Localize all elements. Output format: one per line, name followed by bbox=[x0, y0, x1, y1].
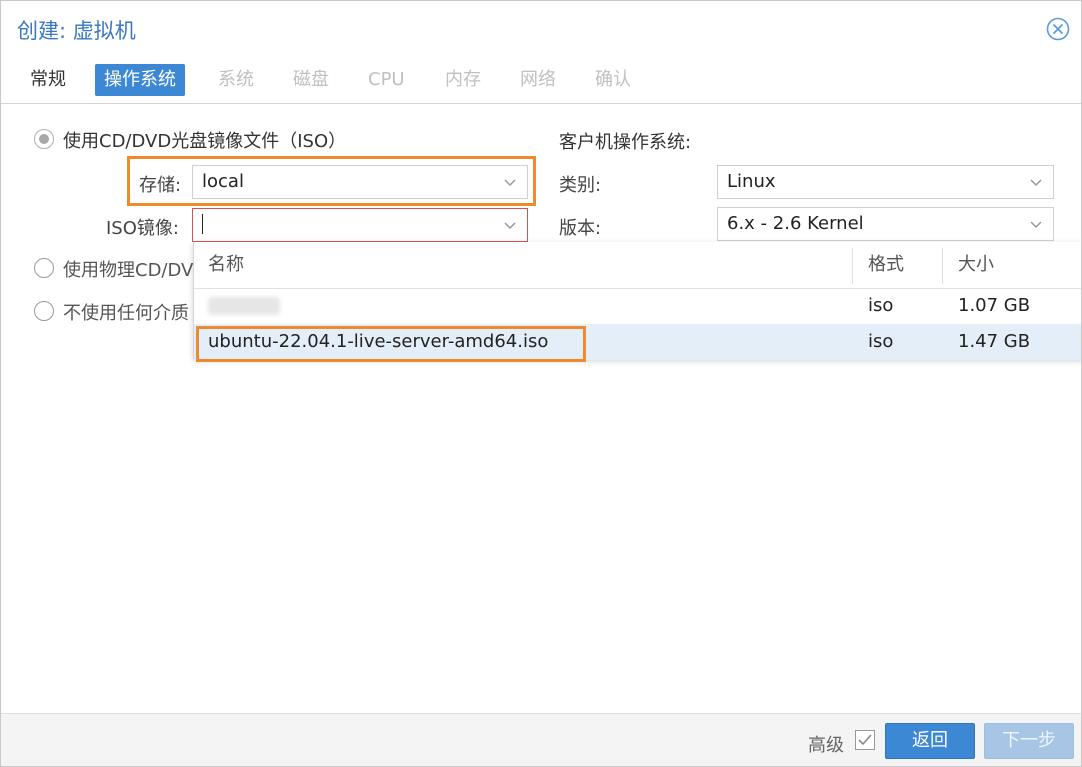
tab-general[interactable]: 常规 bbox=[21, 64, 75, 96]
chevron-down-icon bbox=[1030, 179, 1042, 187]
tab-divider bbox=[1, 103, 1081, 104]
iso-list-header: 名称 格式 大小 bbox=[194, 242, 1081, 289]
iso-list-item[interactable]: iso 1.07 GB bbox=[194, 288, 1081, 324]
radio-physical-drive-label: 使用物理CD/DV bbox=[63, 260, 194, 281]
guest-os-title: 客户机操作系统: bbox=[559, 132, 692, 153]
storage-label: 存储: bbox=[139, 175, 182, 196]
create-vm-dialog: 创建: 虚拟机 常规 操作系统 系统 磁盘 CPU 内存 网络 确认 使用CD/… bbox=[0, 0, 1082, 767]
iso-label: ISO镜像: bbox=[106, 218, 179, 239]
iso-select[interactable] bbox=[192, 208, 528, 242]
iso-format: iso bbox=[868, 331, 894, 352]
radio-no-media-label: 不使用任何介质 bbox=[63, 303, 189, 324]
chevron-down-icon bbox=[504, 222, 516, 230]
next-button[interactable]: 下一步 bbox=[984, 723, 1074, 759]
dialog-title: 创建: 虚拟机 bbox=[17, 19, 136, 43]
iso-list-item-selected[interactable]: ubuntu-22.04.1-live-server-amd64.iso iso… bbox=[194, 324, 1081, 360]
storage-value: local bbox=[202, 171, 244, 192]
radio-physical-drive[interactable] bbox=[34, 258, 54, 278]
chevron-down-icon bbox=[1030, 221, 1042, 229]
back-button[interactable]: 返回 bbox=[885, 723, 975, 759]
iso-name: ubuntu-22.04.1-live-server-amd64.iso bbox=[208, 331, 549, 352]
os-version-value: 6.x - 2.6 Kernel bbox=[727, 213, 864, 234]
column-separator bbox=[852, 248, 853, 284]
tab-cpu: CPU bbox=[368, 69, 405, 90]
os-type-select[interactable]: Linux bbox=[717, 165, 1054, 199]
iso-format: iso bbox=[868, 295, 894, 316]
text-caret bbox=[202, 213, 203, 234]
iso-size: 1.07 GB bbox=[958, 295, 1031, 316]
advanced-label: 高级 bbox=[808, 735, 844, 756]
column-separator bbox=[942, 248, 943, 284]
advanced-checkbox[interactable] bbox=[855, 730, 875, 750]
iso-name bbox=[208, 288, 280, 324]
radio-no-media[interactable] bbox=[34, 301, 54, 321]
iso-dropdown-list: 名称 格式 大小 iso 1.07 GB ubuntu-22.04.1-live… bbox=[193, 242, 1081, 360]
dialog-footer: 高级 返回 下一步 bbox=[1, 713, 1081, 766]
storage-select[interactable]: local bbox=[192, 165, 528, 199]
tab-os[interactable]: 操作系统 bbox=[95, 64, 185, 96]
blurred-filename bbox=[208, 297, 280, 315]
tab-memory: 内存 bbox=[445, 69, 481, 90]
os-version-select[interactable]: 6.x - 2.6 Kernel bbox=[717, 207, 1054, 241]
tab-network: 网络 bbox=[520, 69, 556, 90]
column-header-size[interactable]: 大小 bbox=[944, 242, 1081, 288]
os-version-label: 版本: bbox=[559, 218, 602, 239]
tab-confirm: 确认 bbox=[595, 69, 631, 90]
column-header-name[interactable]: 名称 bbox=[194, 242, 852, 288]
column-header-format[interactable]: 格式 bbox=[854, 242, 942, 288]
radio-use-iso[interactable] bbox=[34, 129, 54, 149]
chevron-down-icon bbox=[504, 179, 516, 187]
tab-disk: 磁盘 bbox=[293, 69, 329, 90]
checkmark-icon bbox=[858, 734, 872, 746]
tab-system: 系统 bbox=[218, 69, 254, 90]
os-type-label: 类别: bbox=[559, 175, 602, 196]
iso-size: 1.47 GB bbox=[958, 331, 1031, 352]
close-icon[interactable] bbox=[1046, 17, 1070, 41]
os-type-value: Linux bbox=[727, 171, 776, 192]
radio-use-iso-label: 使用CD/DVD光盘镜像文件（ISO） bbox=[63, 131, 347, 152]
